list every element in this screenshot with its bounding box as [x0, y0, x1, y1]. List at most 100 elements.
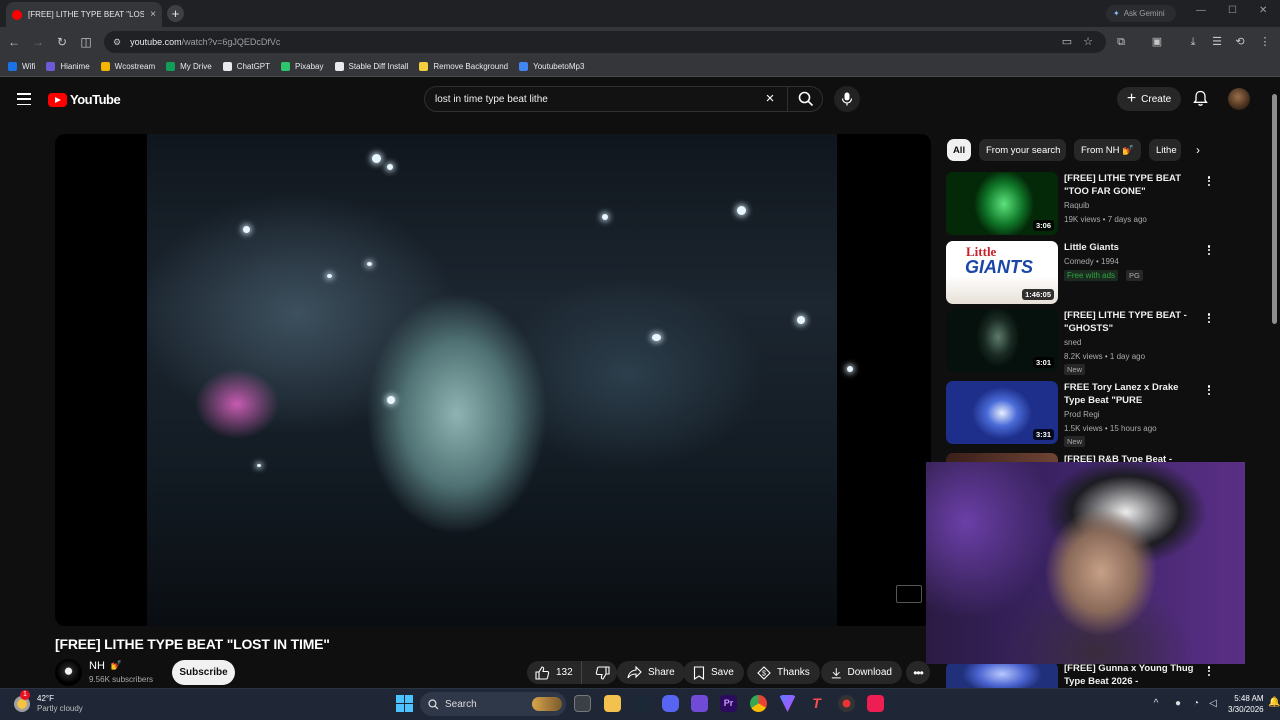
dislike-button[interactable]: [588, 665, 617, 680]
search-icon: [798, 91, 813, 107]
bookmark-item[interactable]: ChatGPT: [222, 62, 270, 71]
scrollbar-thumb[interactable]: [1272, 94, 1277, 324]
profile-sync-icon[interactable]: ⟲: [1233, 35, 1247, 49]
clock-time: 5:48 AM: [1234, 694, 1264, 703]
network-icon[interactable]: ◔: [1190, 698, 1202, 710]
downloads-icon[interactable]: ⤓: [1186, 35, 1200, 49]
volume-icon[interactable]: ◁: [1207, 698, 1219, 710]
reload-icon[interactable]: ↻: [56, 36, 68, 48]
video-player[interactable]: [55, 134, 931, 626]
taskbar-search-box[interactable]: Search: [420, 692, 566, 716]
cast-icon[interactable]: ▭: [1060, 35, 1074, 49]
recommendation-item[interactable]: [FREE] Gunna x Young Thug Type Beat 2026…: [946, 662, 1236, 688]
chip-all[interactable]: All: [947, 139, 971, 161]
notification-count-badge: 1: [20, 690, 30, 700]
subscribe-button[interactable]: Subscribe: [172, 660, 235, 685]
tab-title: [FREE] LITHE TYPE BEAT "LOST I: [28, 10, 145, 19]
back-arrow-icon[interactable]: ←: [8, 36, 20, 48]
more-vertical-icon[interactable]: [1204, 311, 1214, 325]
channel-name: NH: [89, 660, 105, 672]
duration-badge: 3:06: [1032, 220, 1054, 231]
obs-icon[interactable]: [838, 695, 855, 712]
create-button[interactable]: + Create: [1117, 87, 1181, 111]
save-button[interactable]: Save: [683, 661, 744, 684]
tray-overflow-chevron-icon[interactable]: ^: [1150, 698, 1162, 710]
bookmark-favicon-icon: [8, 62, 17, 71]
premiere-pro-icon[interactable]: Pr: [720, 695, 737, 712]
notifications-bell-icon[interactable]: [1192, 90, 1209, 107]
text-app-icon[interactable]: T: [808, 695, 825, 712]
recommendation-item[interactable]: 3:01 [FREE] LITHE TYPE BEAT - "GHOSTS" s…: [946, 309, 1236, 375]
more-vertical-icon[interactable]: [1204, 383, 1214, 397]
address-bar[interactable]: ⚙ youtube.com/watch?v=6gJQEDcDfVc: [104, 31, 1106, 53]
bookmark-item[interactable]: Remove Background: [419, 62, 508, 71]
bookmark-star-icon[interactable]: ☆: [1081, 35, 1095, 49]
bookmark-item[interactable]: Stable Diff Install: [334, 62, 408, 71]
clear-search-icon[interactable]: ×: [763, 91, 777, 106]
microphone-icon: [841, 92, 853, 106]
chevron-right-icon[interactable]: ›: [1191, 143, 1205, 157]
more-vertical-icon[interactable]: [1204, 243, 1214, 257]
minimize-icon[interactable]: —: [1196, 5, 1206, 16]
recommendation-item[interactable]: 3:31 FREE Tory Lanez x Drake Type Beat "…: [946, 381, 1236, 447]
window-close-icon[interactable]: ✕: [1259, 5, 1267, 16]
file-explorer-icon[interactable]: [604, 695, 621, 712]
maximize-icon[interactable]: ☐: [1228, 5, 1237, 16]
tray-mic-icon[interactable]: ●: [1172, 698, 1184, 710]
bookmark-item[interactable]: Wifi: [8, 62, 35, 71]
hamburger-menu-icon[interactable]: [17, 93, 31, 105]
chrome-icon[interactable]: [750, 695, 767, 712]
tiktok-icon[interactable]: [867, 695, 884, 712]
channel-name-link[interactable]: NH 💅: [89, 660, 122, 672]
reading-list-icon[interactable]: ☰: [1210, 35, 1224, 49]
like-button[interactable]: 132: [527, 661, 582, 684]
bookmark-favicon-icon: [519, 62, 529, 71]
chip-lithe[interactable]: Lithe: [1149, 139, 1181, 161]
search-button[interactable]: [787, 86, 823, 112]
more-actions-button[interactable]: •••: [906, 661, 930, 684]
site-info-icon[interactable]: ⚙: [113, 37, 121, 48]
notification-bell-icon[interactable]: 🔔: [1268, 697, 1280, 709]
app-grid-icon[interactable]: [691, 695, 708, 712]
recommendation-item[interactable]: Little GIANTS 1:46:05 Little Giants Come…: [946, 241, 1236, 305]
discord-icon[interactable]: [662, 695, 679, 712]
bookmark-item[interactable]: YoutubetoMp3: [519, 62, 584, 71]
chip-from-your-search[interactable]: From your search: [979, 139, 1066, 161]
download-button[interactable]: Download: [821, 661, 902, 684]
taskbar-clock[interactable]: 5:48 AM 3/30/2026: [1228, 693, 1264, 715]
ask-gemini-button[interactable]: ✦ Ask Gemini: [1106, 5, 1176, 22]
bookmark-favicon-icon: [222, 62, 232, 71]
bookmark-item[interactable]: Hianime: [46, 62, 90, 71]
tab-search-icon[interactable]: ▣: [1150, 35, 1164, 49]
forward-arrow-icon[interactable]: →: [32, 36, 44, 48]
thumbs-down-icon: [595, 665, 610, 680]
recommendation-channel: sned: [1064, 338, 1082, 347]
video-title: [FREE] LITHE TYPE BEAT "LOST IN TIME": [55, 636, 330, 652]
more-vertical-icon[interactable]: [1204, 664, 1214, 678]
svg-text:$: $: [762, 670, 766, 677]
url-domain: youtube.com: [130, 37, 182, 47]
bookmark-item[interactable]: Wcostream: [100, 62, 155, 71]
chip-from-nh[interactable]: From NH 💅: [1074, 139, 1141, 161]
share-button[interactable]: Share: [617, 661, 685, 684]
windows-start-icon[interactable]: [396, 695, 413, 712]
browser-tab-youtube[interactable]: [FREE] LITHE TYPE BEAT "LOST I ×: [6, 2, 162, 27]
extensions-icon[interactable]: ⧉: [1114, 35, 1128, 49]
thanks-button[interactable]: $ Thanks: [747, 661, 820, 684]
more-vertical-icon[interactable]: [1204, 174, 1214, 188]
side-panel-icon[interactable]: ◫: [80, 36, 92, 48]
recommendation-item[interactable]: 3:06 [FREE] LITHE TYPE BEAT "TOO FAR GON…: [946, 172, 1236, 236]
youtube-logo[interactable]: YouTube: [48, 92, 121, 107]
share-arrow-icon: [627, 666, 642, 679]
task-view-icon[interactable]: [574, 695, 591, 712]
account-avatar[interactable]: [1228, 88, 1250, 110]
bookmark-item[interactable]: My Drive: [166, 62, 212, 71]
bookmark-item[interactable]: Pixabay: [281, 62, 324, 71]
tab-close-icon[interactable]: ×: [150, 9, 156, 20]
steam-icon[interactable]: [633, 695, 650, 712]
page-scrollbar[interactable]: [1270, 80, 1280, 688]
chrome-menu-icon[interactable]: ⋮: [1258, 35, 1272, 49]
new-tab-button[interactable]: +: [167, 5, 184, 22]
voice-search-button[interactable]: [834, 86, 860, 112]
channel-avatar[interactable]: [55, 659, 82, 686]
